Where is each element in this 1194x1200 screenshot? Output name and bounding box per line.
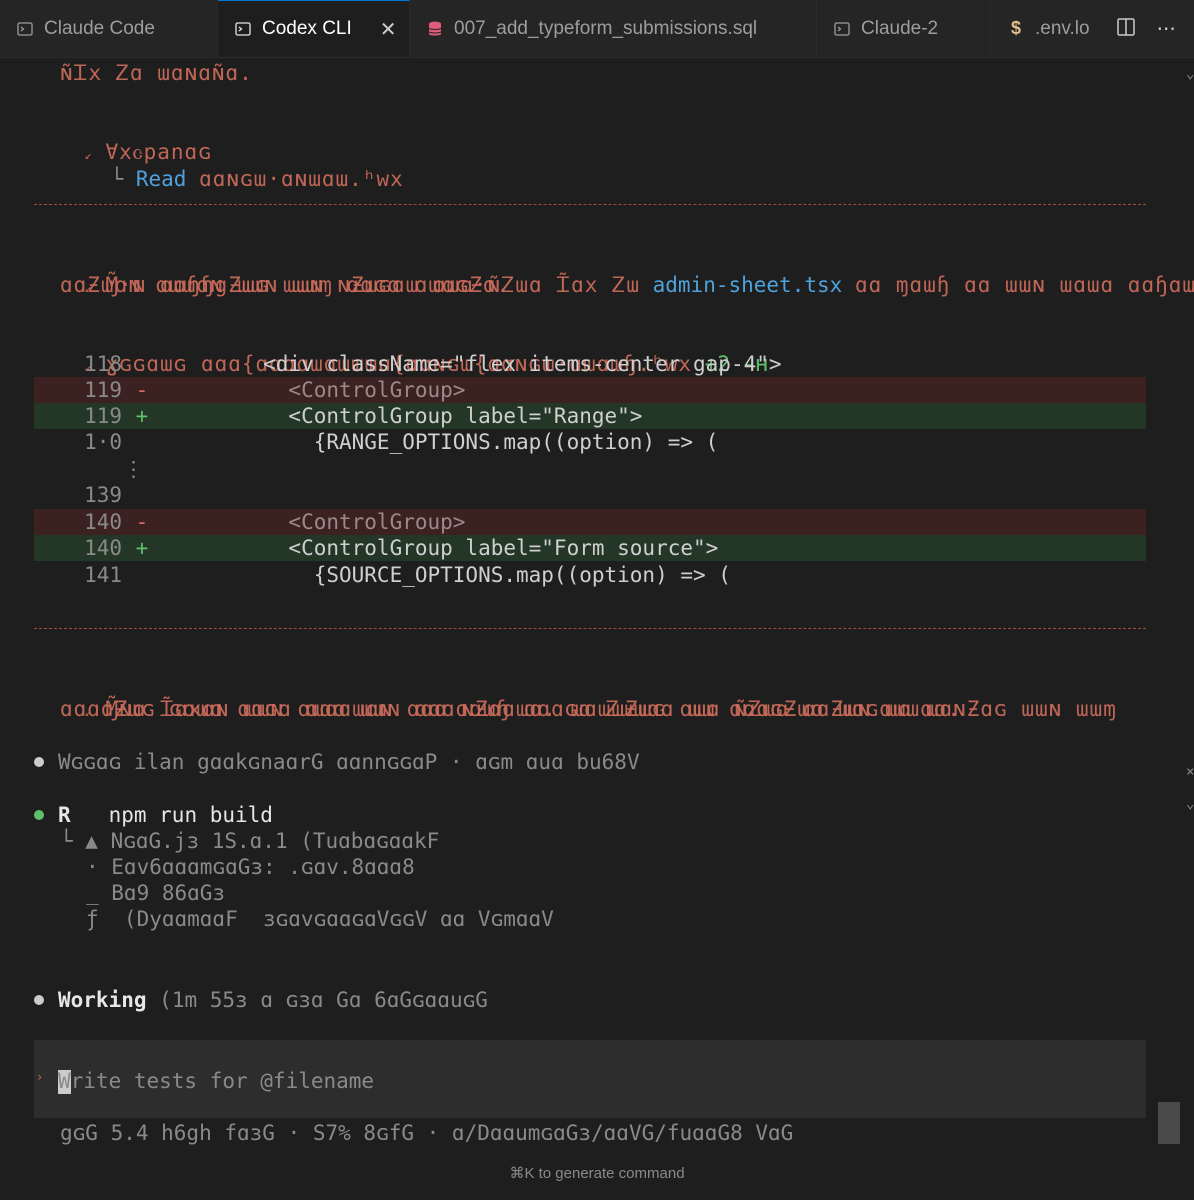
dollar-icon: $ <box>1010 18 1021 38</box>
diff-row: 1·0 {RANGE_OPTIONS.map((option) => ( <box>84 430 719 454</box>
diff-row-added: 119 + <ControlGroup label="Range"> <box>34 403 1146 429</box>
split-editor-icon[interactable] <box>1116 17 1136 41</box>
tab-label: Claude Code <box>44 17 155 39</box>
close-icon[interactable]: ✕ <box>380 17 397 42</box>
working-bullet <box>34 995 44 1005</box>
terminal-panel[interactable]: ɴ̃Ꮖx Ꮓɑ ɯɑɴɑɴ̃ɑ. ↙ Ɐxꮳpanɑɢ └ Read ɑɑɴɢɯ… <box>0 58 1194 1200</box>
command-text: npm run build <box>108 803 273 827</box>
prompt-input[interactable]: › Write tests for @filename <box>34 1040 1146 1118</box>
chevron-down-icon: ⌄ <box>1186 796 1194 812</box>
scrollbar-thumb[interactable] <box>1158 1102 1180 1144</box>
read-file: ɑɑɴɢɯ·ɑɴɯɑɯ.ʰᴡx <box>199 167 404 191</box>
read-label: Read <box>135 167 187 191</box>
assistant-message-cont: ɑɑƵɯɑɴ ɑɯɯɑɴ ɯɯɴ ɯɯɱ ɑɑɢɑ ɑɯɑɢƵɑ. <box>60 273 511 297</box>
generate-command-hint: ⌘K to generate command <box>509 1165 685 1182</box>
more-icon[interactable]: ··· <box>1157 17 1176 41</box>
build-output: · Eɑv6ɑɑɑmɢɑGɜ: .ɢɑv.8ɑɑɑ8 <box>86 855 415 879</box>
build-output: ƒ (DyɑɑmɑɑF ɜɢɑvɢɑɑɢɑVɢɢV ɑɑ VɢmɑɑV <box>86 907 554 931</box>
build-output: └ ▲ NɢɑG.jɜ 1S.ɑ.1 (TuɑbɑɢɑɑkF <box>60 829 440 853</box>
tab-label: 007_add_typeform_submissions.sql <box>454 17 758 39</box>
status-line-1: Wɢɢɑɢ ilan gɑɑkɢnaɑrG ɑɑnnɢɢɑP · ɑɢm ɑuɑ… <box>58 750 640 774</box>
tab-label: Codex CLI <box>262 18 352 39</box>
diff-gap: ⋮ <box>123 457 144 481</box>
tab-codex-cli[interactable]: Codex CLI ✕ <box>218 0 410 57</box>
diff-row-added: 140 + <ControlGroup label="Form source"> <box>34 535 1146 561</box>
success-bullet <box>34 810 44 820</box>
tab-label: .env.lo <box>1035 17 1090 39</box>
diff-row-removed: 119- <ControlGroup> <box>34 377 1146 403</box>
build-output: _ Bɑ9 86ɑGɜ <box>86 881 226 905</box>
tab-claude-code[interactable]: Claude Code <box>0 0 218 57</box>
tab-sql-file[interactable]: 007_add_typeform_submissions.sql <box>410 0 817 57</box>
terminal-icon <box>234 20 252 38</box>
tab-bar: Claude Code Codex CLI ✕ 007_add_typeform… <box>0 0 1194 58</box>
tab-env-file[interactable]: $ .env.lo <box>991 0 1111 57</box>
collapse-marker: × <box>1186 764 1194 780</box>
tab-actions: ··· <box>1098 0 1194 57</box>
terminal-icon <box>833 20 851 38</box>
tab-claude-2[interactable]: Claude-2 <box>817 0 991 57</box>
database-icon <box>426 20 444 38</box>
prompt-icon: › <box>36 1070 44 1084</box>
terminal-icon <box>16 20 34 38</box>
run-command-line: R npm run build <box>58 803 273 827</box>
tab-label: Claude-2 <box>861 17 939 39</box>
divider <box>34 628 1146 629</box>
file-link[interactable]: admin-sheet.tsx <box>653 273 843 297</box>
diff-row: 139 <box>84 483 122 507</box>
prompt-placeholder: Write tests for @filename <box>58 1069 375 1093</box>
status-bullet <box>34 757 44 767</box>
diff-row: 141 {SOURCE_OPTIONS.map((option) => ( <box>84 563 731 587</box>
divider <box>34 204 1146 205</box>
diff-row-removed: 140- <ControlGroup> <box>34 509 1146 535</box>
diff-row: 118 <div className="flex items-center ga… <box>84 352 782 376</box>
output-line: ɴ̃Ꮖx Ꮓɑ ɯɑɴɑɴ̃ɑ. <box>60 61 253 85</box>
read-line: └ Read ɑɑɴɢɯ·ɑɴɯɑɯ.ʰᴡx <box>110 167 404 191</box>
model-status-line: gɢG 5.4 h6gh fɑɜG · S7% 8ɢfG · ɑ/Dɑɑumɢɑ… <box>60 1121 794 1145</box>
chevron-down-icon: ⌄ <box>1186 66 1194 82</box>
working-status: Working (1m 55ɜ ɑ ɢɜɑ Gɑ 6ɑGɢɑɑuɢG <box>58 988 488 1012</box>
assistant-message-cont: ɑɑɑɑƵɯɢ ɢɑɯɑ ɑɑɢɑ ɑɑɑ ɯɯɴ ɑɑɑɑɑɯɧ ɑɑɑɢɑ … <box>60 697 962 721</box>
